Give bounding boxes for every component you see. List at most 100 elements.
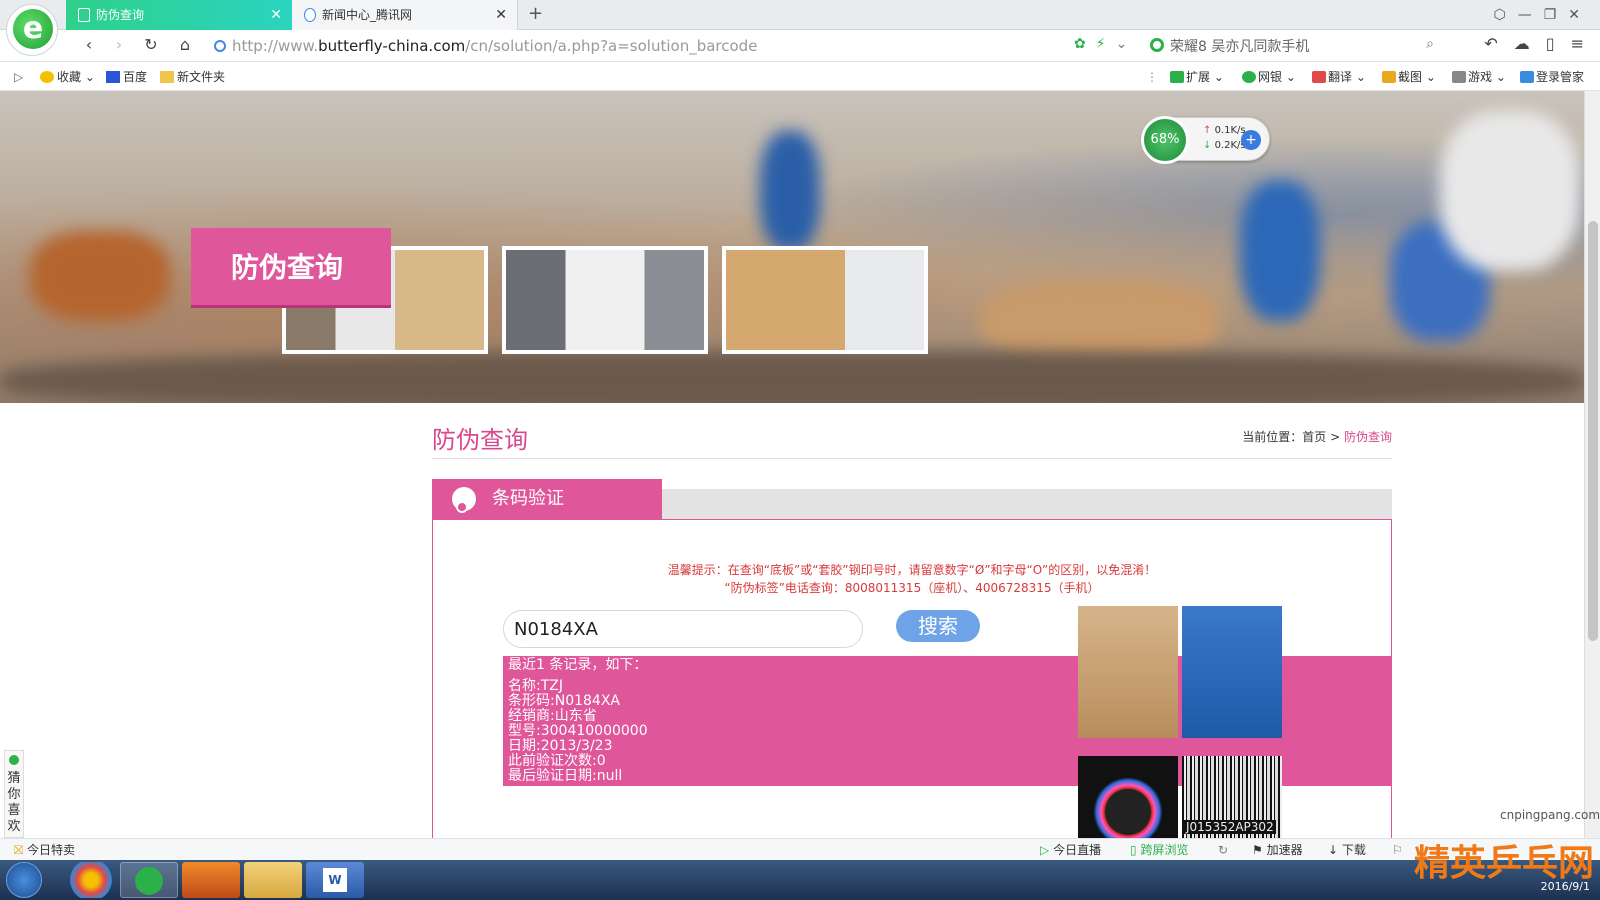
upload-speed: ↑ 0.1K/s — [1203, 125, 1246, 136]
ping-pong-icon — [452, 487, 476, 513]
restore-icon[interactable]: ❐ — [1544, 7, 1557, 23]
rocket-icon: ⚑ — [1252, 843, 1263, 857]
tab-label: 条码验证 — [492, 488, 564, 509]
close-window-icon[interactable]: ✕ — [1568, 7, 1580, 23]
tip-line-2: “防伪标签”电话查询：8008011315（座机）、4006728315（手机） — [724, 581, 1100, 595]
memory-percent: 68% — [1141, 116, 1189, 164]
ext-screenshot[interactable]: 截图 ⌄ — [1382, 63, 1436, 91]
blur-shape — [1440, 111, 1580, 271]
factory-photo-3 — [722, 246, 928, 354]
undo-icon[interactable]: ↶ — [1484, 34, 1497, 53]
site-watermark: cnpingpang.com 精英乒乓网 — [1410, 800, 1600, 900]
toolbar-right: ↶ ☁ ▯ ≡ — [1484, 34, 1584, 53]
search-button[interactable]: 搜索 — [896, 610, 980, 642]
page-title: 防伪查询 — [432, 426, 528, 454]
result-line: 经销商:山东省 — [508, 708, 597, 724]
cloud-icon[interactable]: ☁ — [1514, 34, 1530, 53]
phone-icon[interactable]: ▯ — [1546, 34, 1555, 53]
tab-label: 新闻中心_腾讯网 — [322, 8, 413, 22]
url-text[interactable]: http://www.butterfly-china.com/cn/soluti… — [232, 34, 757, 58]
status-live[interactable]: ▷ 今日直播 — [1040, 839, 1101, 861]
taskbar-app-colorful[interactable] — [62, 862, 120, 898]
breadcrumb: 当前位置：首页 > 防伪查询 — [1242, 428, 1392, 445]
play-icon: ▷ — [1040, 843, 1050, 857]
address-bar[interactable]: http://www.butterfly-china.com/cn/soluti… — [210, 34, 1110, 58]
network-speed-widget[interactable]: 68% ↑ 0.1K/s ↓ 0.2K/s + — [1141, 116, 1270, 164]
ext-login-manager[interactable]: 登录管家 — [1520, 63, 1584, 91]
taskbar-video[interactable] — [182, 862, 240, 898]
menu-icon[interactable]: ≡ — [1571, 34, 1584, 53]
ext-netbank[interactable]: 网银 ⌄ — [1242, 63, 1296, 91]
photo-image — [726, 250, 924, 350]
lightning-icon[interactable]: ⚡ — [1096, 36, 1106, 52]
tab-label: 防伪查询 — [96, 8, 145, 22]
factory-photo-2 — [502, 246, 708, 354]
back-icon[interactable]: ‹ — [78, 34, 100, 56]
browser-icon — [135, 867, 163, 895]
ext-extensions[interactable]: 扩展 ⌄ — [1170, 63, 1224, 91]
result-header: 最近1 条记录，如下： — [508, 657, 648, 673]
sample-barcode-label: J015352AP302 — [1182, 756, 1282, 842]
sidebar-toggle-icon[interactable]: ▷ — [14, 63, 23, 91]
page-icon — [78, 8, 90, 22]
new-tab-icon[interactable]: + — [528, 0, 543, 28]
refresh-status-icon[interactable]: ↻ — [1218, 839, 1228, 861]
chevron-down-icon[interactable]: ⌄ — [1116, 36, 1128, 52]
photo-image — [506, 250, 704, 350]
close-tab-icon[interactable]: ✕ — [495, 0, 507, 30]
breadcrumb-home[interactable]: 当前位置：首页 > — [1242, 430, 1340, 444]
tab-tencent-news[interactable]: 新闻中心_腾讯网 ✕ — [292, 0, 518, 30]
search-box[interactable]: ⌕ — [1150, 34, 1440, 58]
ext-games[interactable]: 游戏 ⌄ — [1452, 63, 1506, 91]
result-line: 名称:TZJ — [508, 678, 563, 694]
taskbar-explorer[interactable] — [244, 862, 302, 898]
more-icon[interactable]: ⋮ — [1146, 63, 1158, 91]
shield-icon — [1242, 71, 1256, 83]
search-icon[interactable]: ⌕ — [1426, 36, 1434, 52]
status-accelerator[interactable]: ⚑ 加速器 — [1252, 839, 1303, 861]
globe-icon — [214, 40, 226, 52]
baidu-icon — [106, 71, 120, 83]
hero-title: 防伪查询 — [191, 228, 391, 308]
close-tab-icon[interactable]: ✕ — [270, 0, 282, 30]
status-cross-screen[interactable]: ▯ 跨屏浏览 — [1130, 839, 1188, 861]
sample-box-barcode — [1182, 606, 1282, 738]
plus-icon[interactable]: + — [1241, 130, 1261, 150]
status-download[interactable]: ↓ 下载 — [1328, 839, 1366, 861]
blur-shape — [980, 281, 1220, 361]
tab-barcode-verify[interactable]: 条码验证 — [432, 479, 662, 519]
tip-text: 温馨提示：在查询“底板”或“套胶”钢印号时，请留意数字“Ø”和字母“O”的区别，… — [432, 561, 1392, 597]
security-icon[interactable]: ✿ — [1074, 36, 1086, 52]
daily-deals[interactable]: ⛝ 今日特卖 — [14, 839, 75, 861]
tencent-icon — [304, 8, 316, 22]
start-button[interactable] — [6, 862, 42, 898]
barcode-input[interactable] — [503, 610, 863, 648]
taskbar-word[interactable]: W — [306, 862, 364, 898]
breadcrumb-current[interactable]: 防伪查询 — [1344, 430, 1392, 444]
result-line: 条形码:N0184XA — [508, 693, 620, 709]
tab-anti-counterfeit[interactable]: 防伪查询 ✕ — [66, 0, 292, 30]
bookmark-baidu[interactable]: 百度 — [106, 63, 147, 91]
phone-icon: ▯ — [1130, 843, 1137, 857]
browser-tab-bar: 防伪查询 ✕ 新闻中心_腾讯网 ✕ + ⬡ — ❐ ✕ — [0, 0, 1600, 30]
skin-icon[interactable]: ⬡ — [1493, 7, 1505, 23]
browser-logo[interactable]: e — [6, 4, 58, 56]
download-icon: ↓ — [1328, 843, 1339, 857]
vertical-scrollbar[interactable] — [1584, 91, 1600, 838]
home-icon[interactable]: ⌂ — [174, 34, 196, 56]
forward-icon[interactable]: › — [108, 34, 130, 56]
scrollbar-thumb[interactable] — [1588, 221, 1598, 641]
scissors-icon — [1382, 71, 1396, 83]
ext-translate[interactable]: 翻译 ⌄ — [1312, 63, 1366, 91]
bookmark-favorites[interactable]: 收藏 ⌄ — [40, 63, 95, 91]
star-icon — [40, 71, 54, 83]
refresh-icon[interactable]: ↻ — [140, 34, 162, 56]
bookmark-new-folder[interactable]: 新文件夹 — [160, 63, 225, 91]
guess-you-like[interactable]: 猜你喜欢 — [4, 750, 24, 838]
flag-icon[interactable]: ⚐ — [1392, 839, 1403, 861]
taskbar-browser[interactable] — [120, 862, 178, 898]
blur-shape — [30, 231, 170, 321]
tip-line-1: 温馨提示：在查询“底板”或“套胶”钢印号时，请留意数字“Ø”和字母“O”的区别，… — [667, 563, 1157, 577]
minimize-icon[interactable]: — — [1518, 7, 1532, 23]
search-input[interactable] — [1170, 34, 1410, 58]
